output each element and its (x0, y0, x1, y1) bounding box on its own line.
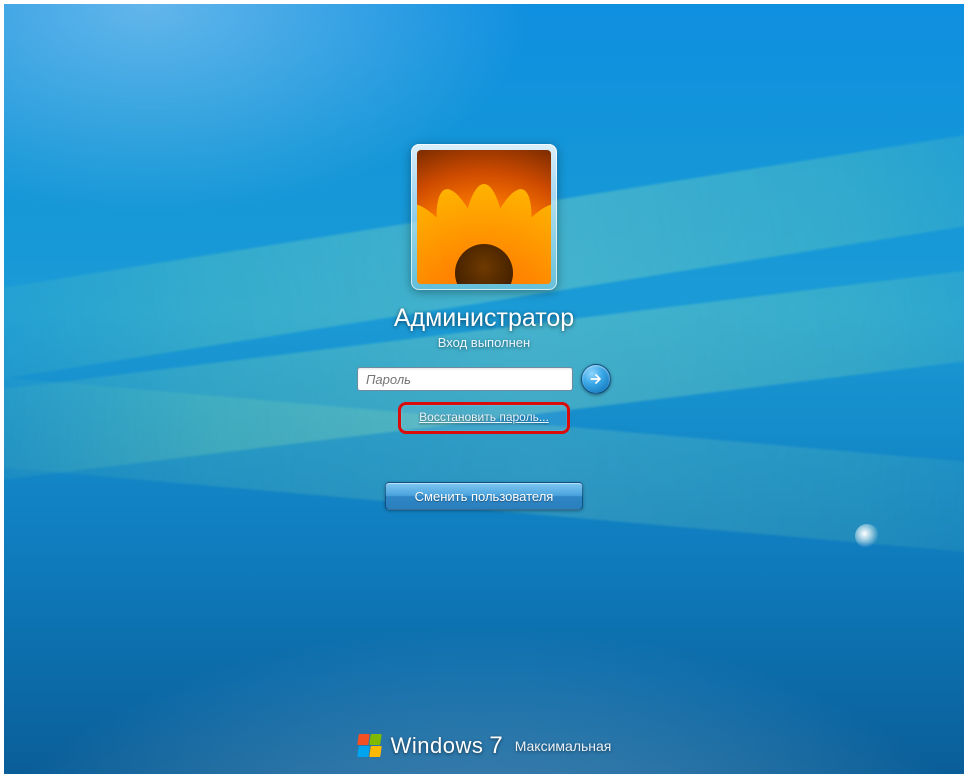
reset-password-link[interactable]: Восстановить пароль... (419, 410, 549, 424)
product-version: 7 (489, 732, 502, 760)
arrow-right-icon (588, 371, 604, 387)
windows-flag-icon (357, 733, 383, 759)
background-highlight (855, 524, 879, 548)
password-input[interactable] (357, 367, 573, 391)
login-status: Вход выполнен (438, 335, 530, 350)
password-row (357, 364, 611, 394)
user-avatar (417, 150, 551, 284)
branding-footer: Windows 7 Максимальная (4, 732, 964, 760)
switch-user-button[interactable]: Сменить пользователя (385, 482, 583, 510)
product-name: Windows (391, 733, 484, 759)
login-screen: Администратор Вход выполнен Восстановить… (4, 4, 964, 774)
avatar-frame (411, 144, 557, 290)
submit-button[interactable] (581, 364, 611, 394)
highlight-box: Восстановить пароль... (398, 402, 570, 434)
username-label: Администратор (394, 304, 574, 333)
product-edition: Максимальная (515, 738, 612, 754)
